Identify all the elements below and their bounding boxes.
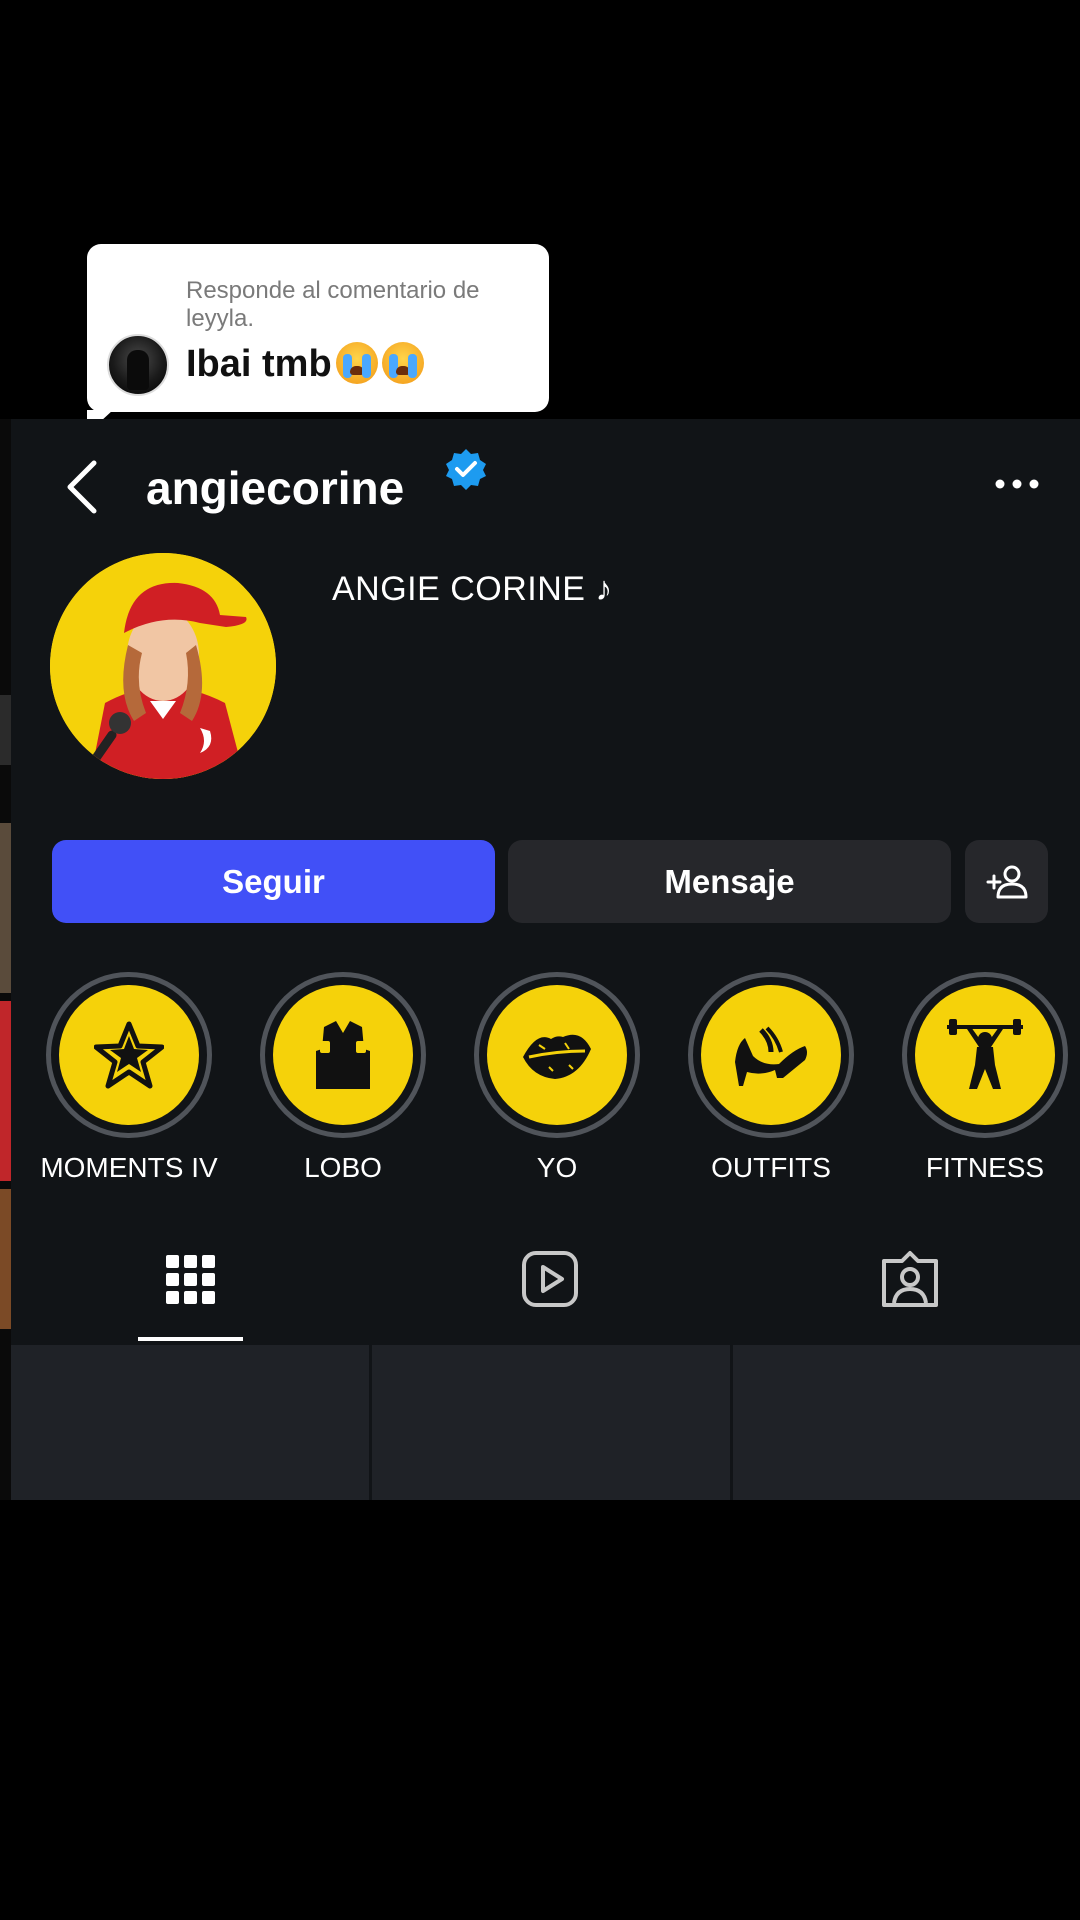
- profile-avatar[interactable]: [50, 553, 276, 779]
- suggested-users-button[interactable]: [965, 840, 1048, 923]
- highlight-lobo[interactable]: LOBO: [236, 972, 450, 1188]
- reply-caption: Responde al comentario de leyyla.: [186, 277, 480, 332]
- profile-panel: angiecorine ANGIE CORINE ♪ Seguir Mensaj…: [0, 419, 1080, 1500]
- reply-comment-text: Ibai tmb: [186, 343, 332, 385]
- post-thumbnail[interactable]: [733, 1345, 1080, 1500]
- reels-icon[interactable]: [520, 1249, 580, 1309]
- comment-reply-bubble[interactable]: Responde al comentario de leyyla. Ibai t…: [87, 244, 549, 434]
- post-thumbnail[interactable]: [372, 1345, 730, 1500]
- left-edge-strip: [0, 419, 11, 1500]
- post-thumbnail[interactable]: [11, 1345, 369, 1500]
- jacket-icon: [316, 1021, 370, 1089]
- tagged-icon[interactable]: [880, 1249, 940, 1309]
- highlight-label: LOBO: [304, 1152, 382, 1183]
- more-options-icon[interactable]: [995, 477, 1039, 491]
- crying-face-emoji: [381, 342, 424, 384]
- weightlifter-icon: [947, 1019, 1023, 1089]
- add-person-icon: [986, 865, 1027, 898]
- profile-display-name: ANGIE CORINE ♪: [332, 570, 613, 608]
- verified-badge-icon: [446, 449, 486, 490]
- highlight-label: OUTFITS: [711, 1152, 831, 1183]
- follow-button[interactable]: Seguir: [52, 840, 495, 923]
- commenter-avatar: [107, 334, 169, 396]
- reply-comment: Ibai tmb: [186, 341, 424, 387]
- highlight-label: MOMENTS IV: [40, 1152, 218, 1183]
- highlight-moments-iv[interactable]: MOMENTS IV: [22, 972, 236, 1188]
- highlight-label: FITNESS: [925, 1152, 1045, 1183]
- highlight-outfits[interactable]: OUTFITS: [664, 972, 878, 1188]
- highlight-yo[interactable]: YO: [450, 972, 664, 1188]
- grid-icon[interactable]: [160, 1249, 220, 1309]
- highlight-label: YO: [536, 1152, 578, 1183]
- lips-icon: [523, 1034, 591, 1079]
- message-button[interactable]: Mensaje: [508, 840, 951, 923]
- crying-face-emoji: [335, 342, 378, 384]
- high-heel-icon: [735, 1026, 807, 1086]
- back-arrow-icon[interactable]: [62, 457, 102, 517]
- star-icon: [94, 1021, 164, 1089]
- profile-username: angiecorine: [146, 462, 405, 514]
- selected-tab-indicator: [138, 1337, 243, 1341]
- highlight-fitness[interactable]: FITNESS: [878, 972, 1080, 1188]
